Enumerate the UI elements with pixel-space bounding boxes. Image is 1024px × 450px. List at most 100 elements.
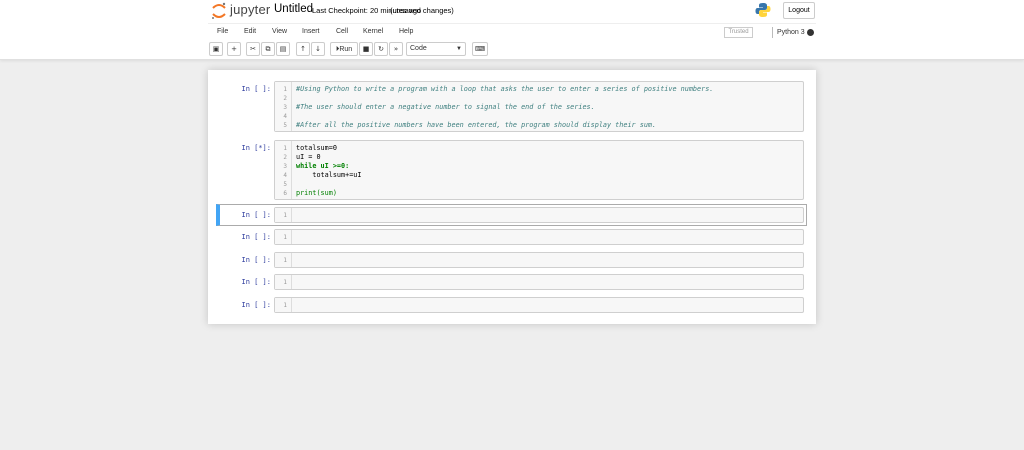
autosave-status: (unsaved changes) [390,6,454,15]
kernel-name[interactable]: Python 3 [772,27,805,38]
jupyter-logo-text[interactable]: jupyter [230,2,270,17]
code-line: #After all the positive numbers have bee… [296,121,657,129]
notebook-name[interactable]: Untitled [274,3,313,15]
line-number: 5 [283,181,287,188]
code-editor[interactable]: 1 [274,297,804,313]
chevron-down-icon: ▼ [456,46,462,52]
line-number: 4 [283,113,287,120]
notebook-container: In [ ]: 1 2 3 4 5 #Using Python to write… [208,70,816,324]
menu-insert[interactable]: Insert [302,28,320,35]
code-line: print(sum) [296,189,337,197]
trusted-indicator[interactable]: Trusted [724,27,753,38]
input-prompt: In [ ]: [241,233,271,241]
code-line: uI = 0 [296,153,321,161]
code-editor[interactable]: 1 [274,252,804,268]
code-cell[interactable]: In [*]: 1 2 3 4 5 6 totalsum=0 uI = 0 wh… [218,138,806,202]
line-number: 2 [283,95,287,102]
line-number: 3 [283,163,287,170]
cell-type-value: Code [410,45,427,52]
line-number: 3 [283,104,287,111]
line-number: 4 [283,172,287,179]
code-editor[interactable]: 1 [274,207,804,223]
input-prompt: In [ ]: [241,211,271,219]
line-number-gutter: 1 [275,230,292,244]
run-label: Run [339,46,353,53]
input-prompt: In [ ]: [241,278,271,286]
line-number-gutter: 1 2 3 4 5 [275,82,292,131]
line-number: 1 [283,234,287,241]
save-button[interactable]: ▣ [209,42,223,56]
line-number: 2 [283,154,287,161]
code-line: totalsum=0 [296,144,337,152]
menu-file[interactable]: File [217,28,228,35]
restart-run-all-button[interactable]: » [389,42,403,56]
code-cell[interactable]: In [ ]: 1 [218,295,806,316]
line-number: 5 [283,122,287,129]
menu-edit[interactable]: Edit [244,28,256,35]
input-prompt: In [ ]: [241,85,271,93]
logout-button[interactable]: Logout [783,2,815,19]
input-prompt: In [ ]: [241,256,271,264]
menu-kernel[interactable]: Kernel [363,28,383,35]
code-line: #The user should enter a negative number… [296,103,595,111]
insert-cell-button[interactable]: + [227,42,241,56]
keyboard-icon: ⌨ [474,45,486,53]
code-cell[interactable]: In [ ]: 1 [218,227,806,248]
cell-type-select[interactable]: Code ▼ [406,42,466,56]
cut-icon: ✂ [250,45,256,53]
code-editor[interactable]: 1 [274,274,804,290]
cut-button[interactable]: ✂ [246,42,260,56]
code-cell[interactable]: In [ ]: 1 [218,272,806,293]
code-cell[interactable]: In [ ]: 1 [218,250,806,271]
menu-help[interactable]: Help [399,28,413,35]
line-number-gutter: 1 2 3 4 5 6 [275,141,292,199]
menu-cell[interactable]: Cell [336,28,348,35]
notebook-header: jupyter Untitled Last Checkpoint: 20 min… [0,0,1024,60]
top-bar: jupyter Untitled Last Checkpoint: 20 min… [208,0,816,23]
toolbar: ▣ + ✂ ⧉ ▤ ↑ ↓ ⏵Run ■ ↻ » Code ▼ ⌨ [208,41,816,59]
copy-button[interactable]: ⧉ [261,42,275,56]
move-down-icon: ↓ [315,45,321,53]
copy-icon: ⧉ [265,45,271,53]
input-prompt: In [*]: [241,144,271,152]
restart-button[interactable]: ↻ [374,42,388,56]
run-button[interactable]: ⏵Run [330,42,358,56]
line-number-gutter: 1 [275,298,292,312]
line-number: 1 [283,279,287,286]
move-up-icon: ↑ [300,45,306,53]
menu-view[interactable]: View [272,28,287,35]
menu-bar: File Edit View Insert Cell Kernel Help T… [208,23,816,40]
line-number-gutter: 1 [275,253,292,267]
line-number: 1 [283,145,287,152]
line-number-gutter: 1 [275,208,292,222]
code-editor[interactable]: 1 [274,229,804,245]
line-number: 1 [283,212,287,219]
add-cell-icon: + [231,45,237,53]
paste-icon: ▤ [279,45,287,53]
code-editor[interactable]: 1 2 3 4 5 6 totalsum=0 uI = 0 while uI >… [274,140,804,200]
python-logo-icon [755,3,771,17]
line-number: 1 [283,302,287,309]
code-cell[interactable]: In [ ]: 1 2 3 4 5 #Using Python to write… [218,79,806,134]
jupyter-logo-icon[interactable] [210,2,228,20]
kernel-busy-indicator-icon [807,29,814,36]
command-palette-button[interactable]: ⌨ [472,42,488,56]
code-cell-selected[interactable]: In [ ]: 1 [216,204,807,226]
line-number: 1 [283,257,287,264]
paste-button[interactable]: ▤ [276,42,290,56]
input-prompt: In [ ]: [241,301,271,309]
move-down-button[interactable]: ↓ [311,42,325,56]
fast-forward-icon: » [393,45,399,53]
line-number: 6 [283,190,287,197]
interrupt-button[interactable]: ■ [359,42,373,56]
code-line: while uI >=0: [296,162,350,170]
restart-icon: ↻ [378,45,384,53]
code-line: totalsum+=uI [296,171,362,179]
line-number-gutter: 1 [275,275,292,289]
save-icon: ▣ [212,45,220,53]
move-up-button[interactable]: ↑ [296,42,310,56]
code-editor[interactable]: 1 2 3 4 5 #Using Python to write a progr… [274,81,804,132]
stop-icon: ■ [362,45,370,53]
line-number: 1 [283,86,287,93]
code-line: #Using Python to write a program with a … [296,85,714,93]
